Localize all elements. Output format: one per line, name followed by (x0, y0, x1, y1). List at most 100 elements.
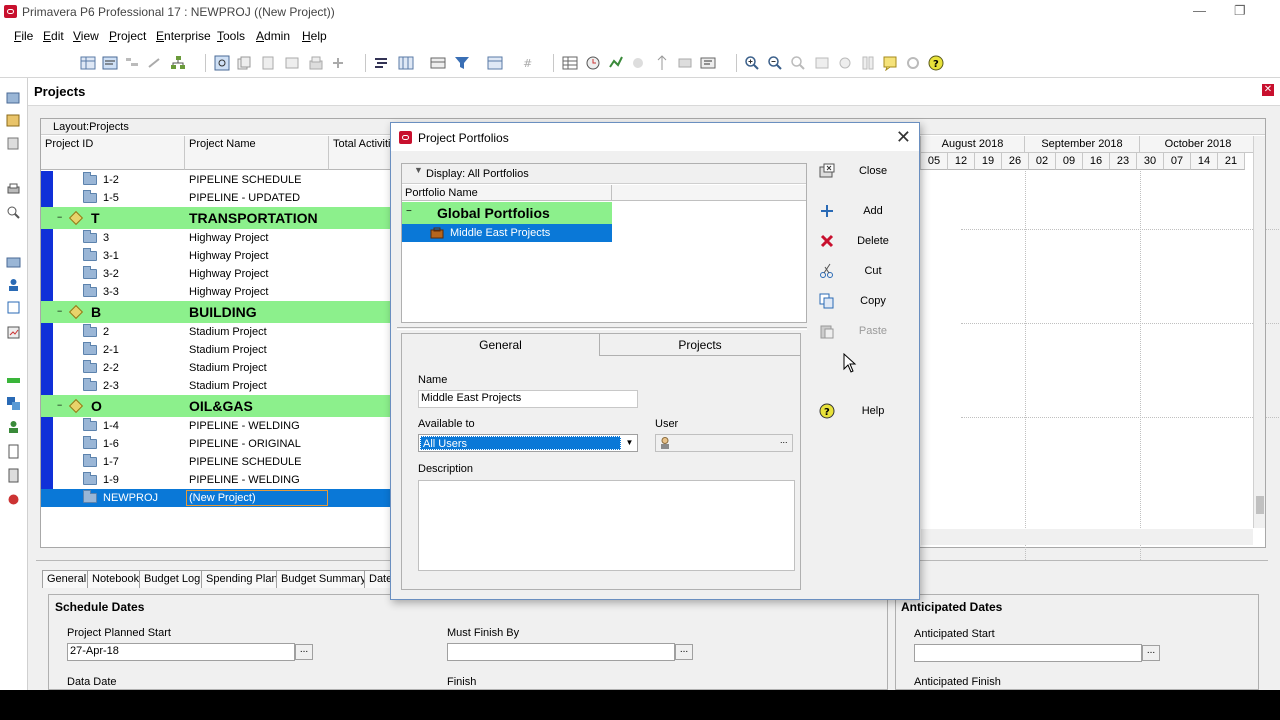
copy-button[interactable]: Copy (811, 290, 915, 312)
menu-help[interactable]: Help (302, 29, 327, 43)
close-panel-button[interactable]: ✕ (1262, 84, 1274, 96)
spreadsheet-icon[interactable] (562, 55, 578, 71)
help-button[interactable]: ? Help (811, 400, 915, 422)
collapse-icon[interactable]: − (406, 206, 412, 217)
name-input[interactable]: Middle East Projects (418, 390, 638, 408)
level-icon[interactable] (608, 55, 624, 71)
tracking-nav-icon[interactable] (6, 396, 21, 411)
wbs-group-row[interactable]: − B BUILDING (41, 301, 391, 323)
scrollbar-thumb[interactable] (1256, 496, 1264, 514)
table-row[interactable]: 1-6 PIPELINE - ORIGINAL (41, 435, 391, 453)
hierarchy-icon[interactable] (170, 55, 186, 71)
issues-nav-icon[interactable] (6, 492, 21, 507)
eps-nav-icon[interactable] (6, 113, 21, 128)
columns-grid-icon[interactable] (398, 55, 414, 71)
anticipated-start-picker-button[interactable]: ... (1142, 645, 1160, 661)
tab-budget-log[interactable]: Budget Log (139, 570, 206, 588)
collapse-icon[interactable]: − (57, 401, 65, 410)
tab-notebook[interactable]: Notebook (87, 570, 145, 588)
table-row[interactable]: 1-9 PIPELINE - WELDING (41, 471, 391, 489)
zoom-out-icon[interactable] (767, 55, 783, 71)
cut-button[interactable]: Cut (811, 260, 915, 282)
number-icon[interactable]: # (520, 55, 536, 71)
display-options-bar[interactable]: ▼ Display: All Portfolios (402, 164, 806, 184)
user-field[interactable]: ... (655, 434, 793, 452)
wbs-group-row[interactable]: − T TRANSPORTATION (41, 207, 391, 229)
table-icon[interactable] (430, 55, 446, 71)
gantt-vertical-scrollbar[interactable] (1253, 136, 1265, 528)
table-row[interactable]: 2-1 Stadium Project (41, 341, 391, 359)
hand-icon[interactable] (630, 55, 646, 71)
bars-icon[interactable] (374, 55, 390, 71)
activities-nav-icon[interactable] (6, 300, 21, 315)
help-toolbar-icon[interactable]: ? (928, 55, 944, 71)
table-row[interactable]: 1-4 PIPELINE - WELDING (41, 417, 391, 435)
wbs-nav-icon[interactable] (6, 136, 21, 151)
tab-general[interactable]: General (42, 570, 92, 588)
available-to-select[interactable]: All Users ▼ (418, 434, 638, 452)
zoom-in-icon[interactable] (744, 55, 760, 71)
chevron-down-icon[interactable]: ▼ (622, 435, 637, 451)
refresh-icon[interactable] (905, 55, 921, 71)
column-header-project-name[interactable]: Project Name (185, 136, 329, 170)
gantt-horizontal-scrollbar[interactable] (921, 529, 1253, 545)
table-row[interactable]: 3-1 Highway Project (41, 247, 391, 265)
collapse-icon[interactable]: − (57, 213, 65, 222)
trace-icon[interactable] (284, 55, 300, 71)
gantt-icon[interactable] (814, 55, 830, 71)
table-row[interactable]: 2 Stadium Project (41, 323, 391, 341)
table-row[interactable]: 1-5 PIPELINE - UPDATED (41, 189, 391, 207)
table-row[interactable]: 3 Highway Project (41, 229, 391, 247)
reports-nav-icon[interactable] (6, 325, 21, 340)
group-sort-icon[interactable] (124, 55, 140, 71)
table-row[interactable]: 3-2 Highway Project (41, 265, 391, 283)
planned-start-picker-button[interactable]: ... (295, 644, 313, 660)
zoom-fit-icon[interactable] (790, 55, 806, 71)
tab-projects[interactable]: Projects (600, 334, 800, 356)
folder-nav-icon[interactable] (6, 254, 21, 269)
table-row[interactable]: 1-7 PIPELINE SCHEDULE (41, 453, 391, 471)
must-finish-picker-button[interactable]: ... (675, 644, 693, 660)
calculator-nav-icon[interactable] (6, 468, 21, 483)
planned-start-field[interactable]: 27-Apr-18 (67, 643, 295, 661)
menu-tools[interactable]: Tools (217, 29, 245, 43)
table-row[interactable]: 2-3 Stadium Project (41, 377, 391, 395)
table-row[interactable]: 2-2 Stadium Project (41, 359, 391, 377)
tab-spending-plan[interactable]: Spending Plan (201, 570, 283, 588)
column-header-total-activities[interactable]: Total Activiti (329, 136, 391, 170)
close-button[interactable]: Close (811, 160, 915, 182)
page-icon[interactable] (260, 55, 276, 71)
wbs-group-row[interactable]: − O OIL&GAS (41, 395, 391, 417)
search-nav-icon[interactable] (6, 205, 21, 220)
tab-budget-summary[interactable]: Budget Summary (276, 570, 371, 588)
selected-portfolio-row[interactable]: Middle East Projects (402, 224, 612, 242)
description-textarea[interactable] (418, 480, 795, 571)
minimize-button[interactable]: — (1193, 3, 1206, 18)
dialog-close-x-button[interactable]: ✕ (896, 127, 911, 148)
documents-nav-icon[interactable] (6, 444, 21, 459)
global-portfolios-row[interactable]: − Global Portfolios (402, 202, 612, 224)
copy-view-icon[interactable] (236, 55, 252, 71)
menu-admin[interactable]: Admin (256, 29, 290, 43)
user-picker-button[interactable]: ... (780, 435, 788, 445)
paste-button[interactable]: Paste (811, 320, 915, 342)
column-header-portfolio-name[interactable]: Portfolio Name (402, 185, 612, 201)
filter-view-icon[interactable] (214, 55, 230, 71)
restore-button[interactable]: ❐ (1234, 3, 1246, 19)
group-icon[interactable] (487, 55, 503, 71)
projects-nav-icon[interactable] (6, 90, 21, 105)
splitter[interactable] (397, 327, 807, 330)
collapse-icon[interactable]: − (57, 307, 65, 316)
stack-icon[interactable] (308, 55, 324, 71)
columns-icon[interactable] (80, 55, 96, 71)
table-row[interactable]: 3-3 Highway Project (41, 283, 391, 301)
progress-icon[interactable] (677, 55, 693, 71)
menu-view[interactable]: View (73, 29, 99, 43)
status-nav-icon[interactable] (6, 373, 21, 388)
link-icon[interactable] (146, 55, 162, 71)
filter-icon[interactable] (454, 55, 470, 71)
resources-nav-icon[interactable] (6, 419, 21, 434)
table-row[interactable]: 1-2 PIPELINE SCHEDULE (41, 171, 391, 189)
menu-edit[interactable]: Edit (43, 29, 64, 43)
summarize-icon[interactable] (700, 55, 716, 71)
